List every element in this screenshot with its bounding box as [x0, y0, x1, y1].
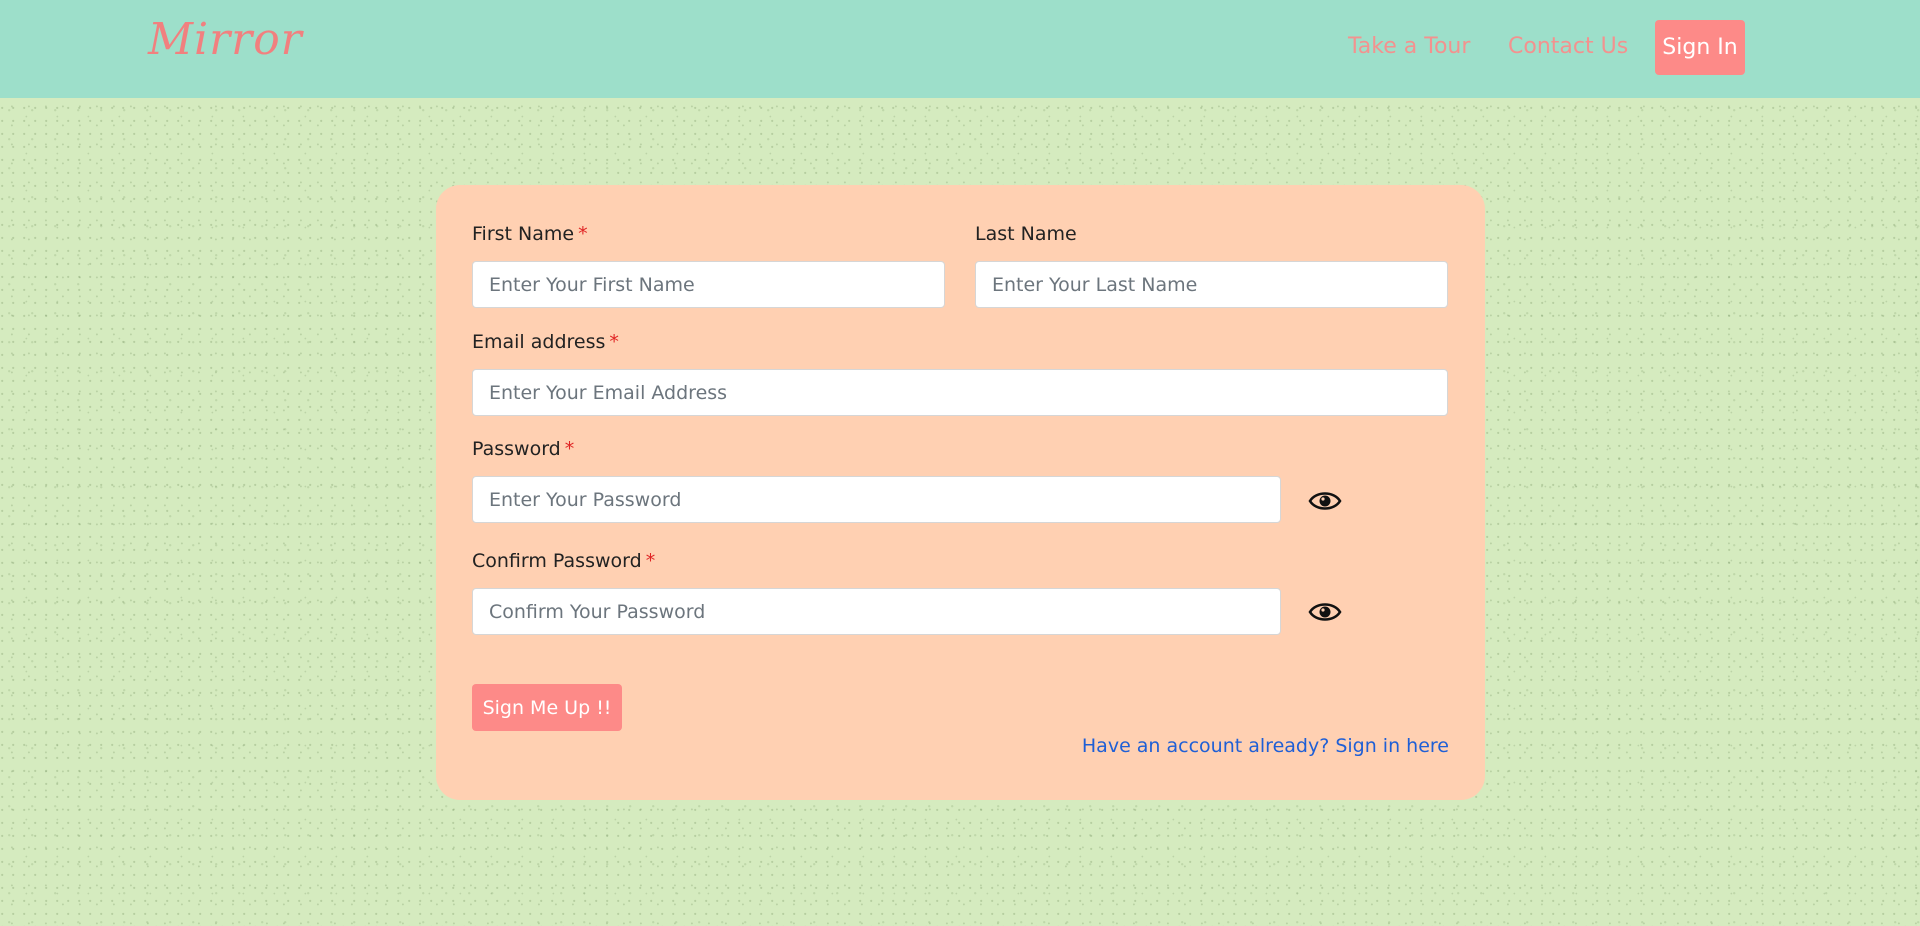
sign-in-link[interactable]: Have an account already? Sign in here	[1082, 735, 1449, 757]
last-name-label-text: Last Name	[975, 223, 1077, 245]
password-label-text: Password	[472, 438, 561, 460]
required-asterisk: *	[645, 550, 656, 572]
nav-link-take-a-tour[interactable]: Take a Tour	[1348, 34, 1470, 59]
eye-icon[interactable]	[1308, 600, 1342, 624]
first-name-label-text: First Name	[472, 223, 575, 245]
navbar: Mirror Take a Tour Contact Us Sign In	[0, 0, 1920, 98]
nav-link-contact-us[interactable]: Contact Us	[1508, 34, 1628, 59]
email-label: Email address *	[472, 331, 619, 353]
email-label-text: Email address	[472, 331, 606, 353]
last-name-input[interactable]	[975, 261, 1448, 308]
first-name-label: First Name *	[472, 223, 588, 245]
signup-card: First Name* Last Name Email address* Pas…	[436, 185, 1485, 800]
required-asterisk: *	[578, 223, 588, 245]
brand-logo[interactable]: Mirror	[148, 14, 303, 65]
password-label: Password *	[472, 438, 574, 460]
password-input[interactable]	[472, 476, 1281, 523]
confirm-password-label-text: Confirm Password	[472, 550, 642, 572]
confirm-password-label: Confirm Password *	[472, 550, 655, 572]
email-input[interactable]	[472, 369, 1448, 416]
required-asterisk: *	[564, 438, 575, 460]
confirm-password-input[interactable]	[472, 588, 1281, 635]
eye-icon[interactable]	[1308, 489, 1342, 513]
last-name-label: Last Name	[975, 223, 1077, 245]
first-name-input[interactable]	[472, 261, 945, 308]
required-asterisk: *	[609, 331, 619, 353]
sign-me-up-button[interactable]: Sign Me Up !!	[472, 684, 622, 731]
sign-in-button[interactable]: Sign In	[1655, 20, 1745, 75]
